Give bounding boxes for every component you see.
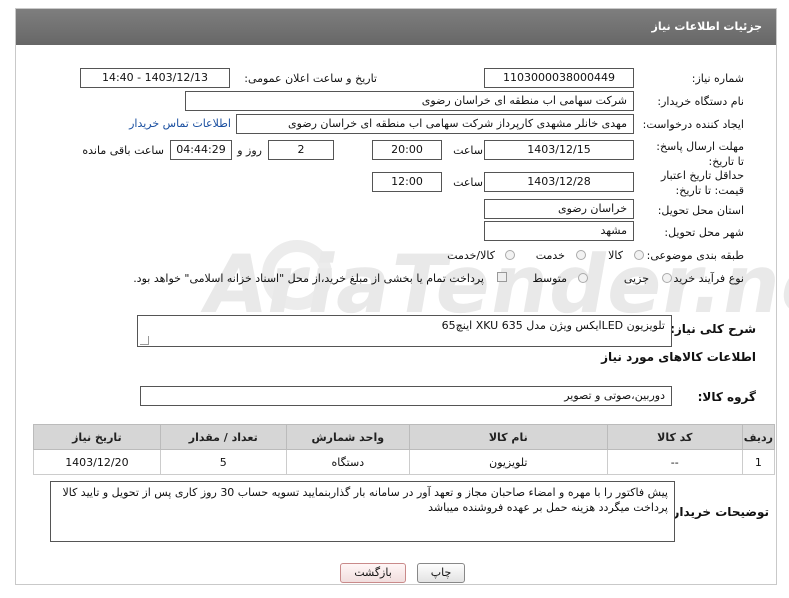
reply-time-label: ساعت xyxy=(453,144,483,157)
title-bar: جزئیات اطلاعات نیاز xyxy=(16,9,776,45)
print-button[interactable]: چاپ xyxy=(417,563,465,583)
need-number-field: 1103000038000449 xyxy=(484,68,634,88)
buyer-contact-link[interactable]: اطلاعات تماس خریدار xyxy=(129,117,231,130)
category-goods-radio[interactable] xyxy=(634,250,644,260)
day-and-label: روز و xyxy=(237,144,262,157)
city-field: مشهد xyxy=(484,221,634,241)
cell-unit: دستگاه xyxy=(285,449,410,475)
goods-table-header: ردیف کد کالا نام کالا واحد شمارش تعداد /… xyxy=(33,424,776,450)
province-field: خراسان رضوی xyxy=(484,199,634,219)
page-title: جزئیات اطلاعات نیاز xyxy=(651,20,763,33)
description-label: شرح کلی نیاز: xyxy=(670,322,756,336)
province-label: استان محل تحویل: xyxy=(657,204,744,217)
announce-datetime-field: 1403/12/13 - 14:40 xyxy=(80,68,230,88)
process-medium-label: متوسط xyxy=(532,272,567,285)
col-qty-header: تعداد / مقدار xyxy=(159,424,287,450)
validity-time-label: ساعت xyxy=(453,176,483,189)
city-label: شهر محل تحویل: xyxy=(664,226,744,239)
process-medium-radio[interactable] xyxy=(578,273,588,283)
cell-name: تلویزیون xyxy=(408,449,608,475)
time-remaining-field: 04:44:29 xyxy=(170,140,232,160)
buyer-notes-textarea[interactable]: پیش فاکتور را با مهره و امضاء صاحبان مجا… xyxy=(50,481,675,542)
validity-date-field: 1403/12/28 xyxy=(484,172,634,192)
back-button[interactable]: بازگشت xyxy=(340,563,406,583)
resize-handle-icon[interactable] xyxy=(140,336,149,345)
need-number-label: شماره نیاز: xyxy=(691,72,744,85)
category-service-radio[interactable] xyxy=(576,250,586,260)
col-unit-header: واحد شمارش xyxy=(285,424,410,450)
cell-code: -- xyxy=(606,449,743,475)
requester-field: مهدی خانلر مشهدی کارپرداز شرکت سهامی اب … xyxy=(236,114,634,134)
col-name-header: نام کالا xyxy=(408,424,608,450)
goods-group-field: دوربین،صوتی و تصویر xyxy=(140,386,672,406)
treasury-payment-note: پرداخت تمام یا بخشی از مبلغ خرید،از محل … xyxy=(133,272,484,285)
requester-label: ایجاد کننده درخواست: xyxy=(642,118,744,131)
price-validity-label: حداقل تاریخ اعتبار قیمت: تا تاریخ: xyxy=(660,169,744,197)
col-row-header: ردیف xyxy=(741,424,776,450)
goods-group-label: گروه کالا: xyxy=(697,390,756,404)
buyer-notes-label: توضیحات خریدار: xyxy=(667,505,769,519)
table-row: 1 -- تلویزیون دستگاه 5 1403/12/20 xyxy=(33,449,776,475)
goods-info-heading: اطلاعات کالاهای مورد نیاز xyxy=(601,350,756,364)
process-type-label: نوع فرآیند خرید : xyxy=(666,272,744,285)
reply-deadline-label: مهلت ارسال پاسخ: تا تاریخ: xyxy=(656,140,744,168)
cell-qty: 5 xyxy=(159,449,287,475)
col-date-header: تاریخ نیاز xyxy=(33,424,161,450)
buyer-org-field: شرکت سهامی اب منطقه ای خراسان رضوی xyxy=(185,91,634,111)
validity-time-field: 12:00 xyxy=(372,172,442,192)
description-textarea[interactable]: تلویزیون LEDایکس ویژن مدل XKU 635 اینچ65 xyxy=(137,315,672,347)
reply-date-field: 1403/12/15 xyxy=(484,140,634,160)
category-label: طبقه بندی موضوعی: xyxy=(646,249,744,262)
cell-date: 1403/12/20 xyxy=(33,449,161,475)
buyer-org-label: نام دستگاه خریدار: xyxy=(657,95,744,108)
days-remaining-field: 2 xyxy=(268,140,334,160)
col-code-header: کد کالا xyxy=(606,424,743,450)
announce-datetime-label: تاریخ و ساعت اعلان عمومی: xyxy=(244,72,377,85)
hours-remaining-label: ساعت باقی مانده xyxy=(82,144,164,157)
treasury-payment-checkbox[interactable] xyxy=(497,272,507,282)
process-minor-radio[interactable] xyxy=(662,273,672,283)
category-both-radio[interactable] xyxy=(505,250,515,260)
cell-row: 1 xyxy=(741,449,776,475)
goods-table: ردیف کد کالا نام کالا واحد شمارش تعداد /… xyxy=(33,424,776,475)
category-both-label: کالا/خدمت xyxy=(447,249,495,262)
reply-time-field: 20:00 xyxy=(372,140,442,160)
category-goods-label: کالا xyxy=(608,249,623,262)
category-service-label: خدمت xyxy=(535,249,565,262)
process-minor-label: جزیی xyxy=(623,272,649,285)
